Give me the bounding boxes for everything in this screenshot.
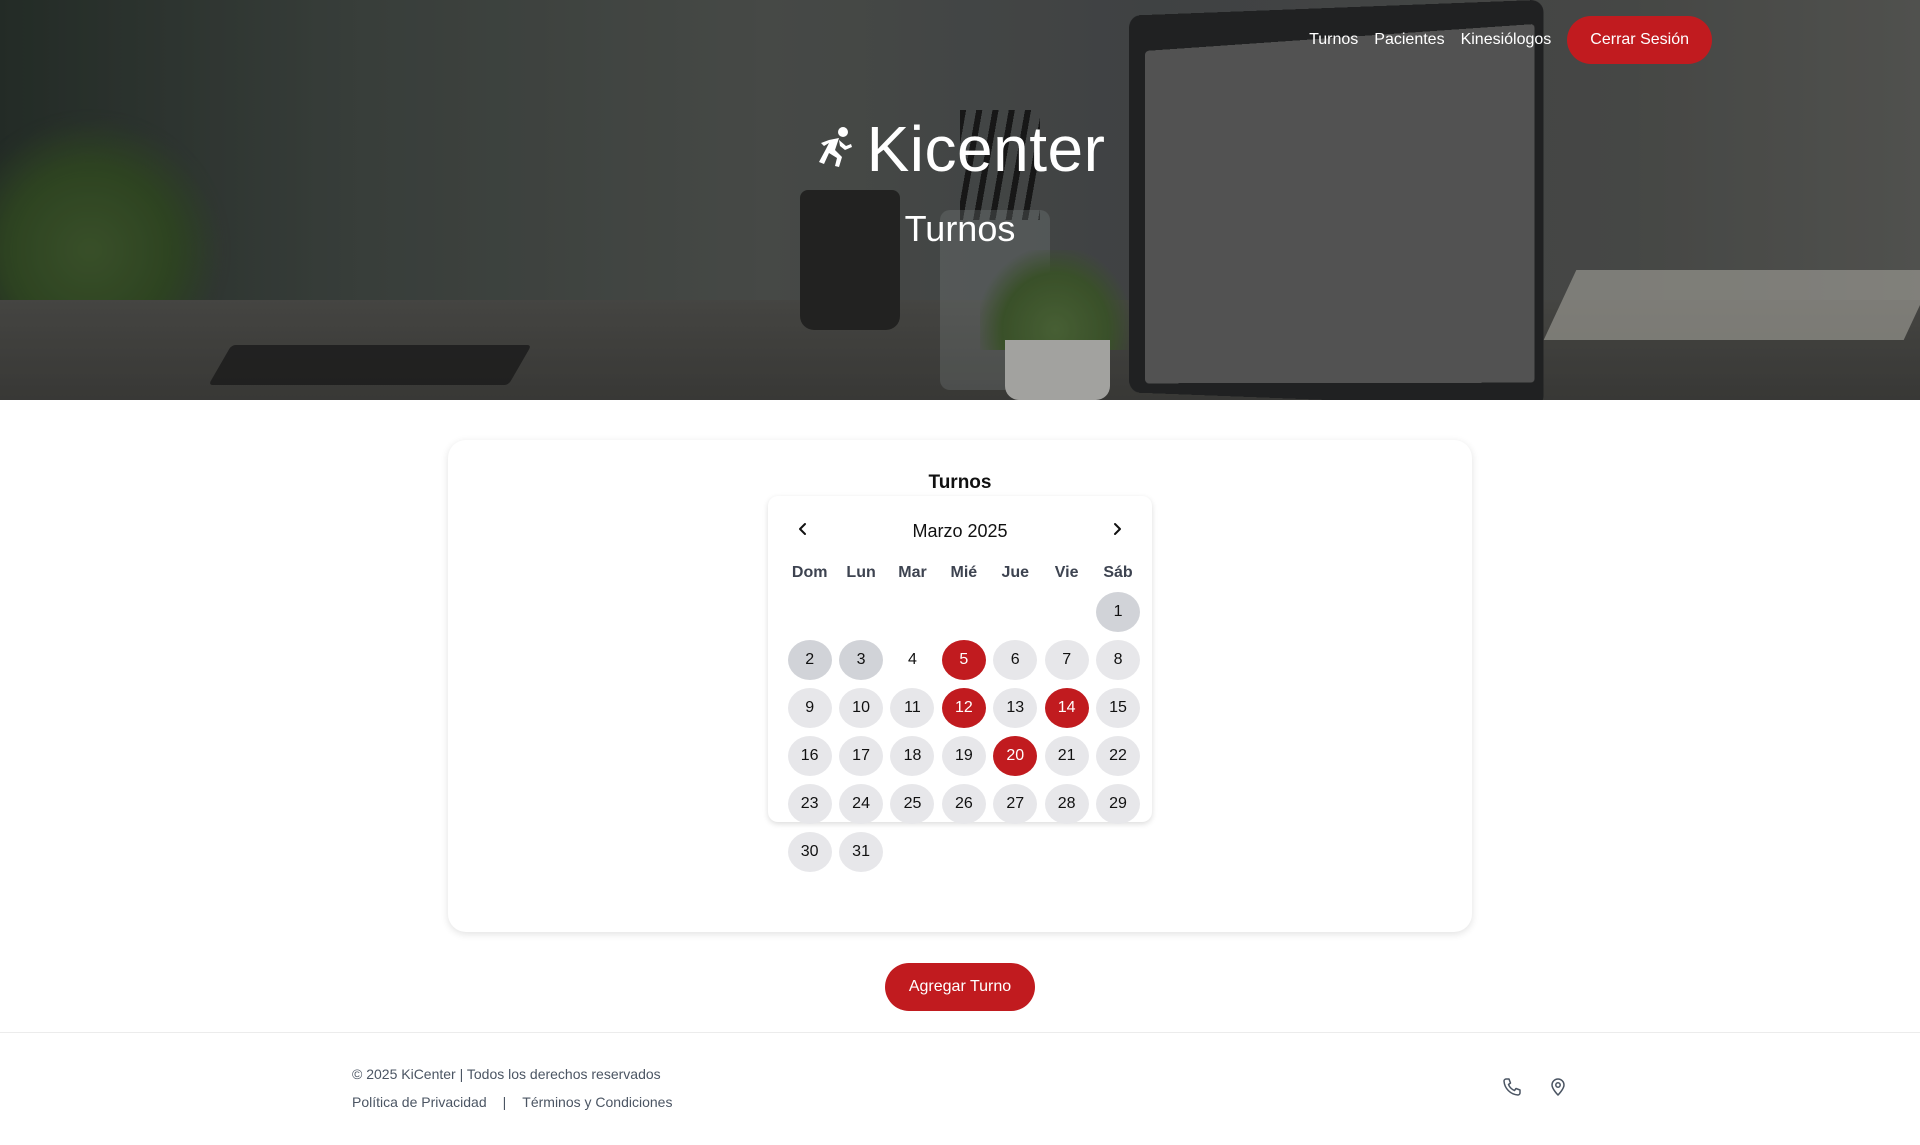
calendar-day[interactable]: 22 (1096, 736, 1141, 776)
weekday-label: Dom (791, 564, 828, 581)
calendar-day[interactable]: 15 (1096, 688, 1141, 728)
nav-link-pacientes[interactable]: Pacientes (1374, 31, 1444, 49)
logout-button[interactable]: Cerrar Sesión (1567, 16, 1712, 64)
month-label: Marzo 2025 (912, 521, 1008, 541)
brand-name: Kicenter (866, 113, 1106, 185)
calendar: Marzo 2025 Dom Lun Mar Mié Jue Vie Sáb 1… (768, 496, 1152, 872)
calendar-day[interactable]: 11 (890, 688, 935, 728)
weekday-label: Sáb (1103, 564, 1133, 581)
footer: © 2025 KiCenter | Todos los derechos res… (0, 1032, 1920, 1145)
nav-link-kinesiologos[interactable]: Kinesiólogos (1461, 31, 1552, 49)
calendar-empty-cell (1045, 592, 1089, 632)
calendar-empty-cell (993, 592, 1037, 632)
copyright-text: © 2025 KiCenter | Todos los derechos res… (352, 1066, 661, 1082)
calendar-day[interactable]: 17 (839, 736, 884, 776)
calendar-day[interactable]: 8 (1096, 640, 1141, 680)
calendar-day[interactable]: 6 (993, 640, 1038, 680)
calendar-day[interactable]: 1 (1096, 592, 1141, 632)
calendar-day[interactable]: 29 (1096, 784, 1141, 824)
calendar-day[interactable]: 24 (839, 784, 884, 824)
card-title: Turnos (928, 472, 992, 493)
days-grid: 1 2 3 4 5 6 7 8 9 10 11 12 13 14 15 16 17 18 19 20 21 22 23 24 2… (784, 592, 1144, 880)
calendar-day[interactable]: 27 (993, 784, 1038, 824)
weekday-label: Vie (1054, 564, 1079, 581)
calendar-day[interactable]: 30 (787, 832, 832, 872)
calendar-day[interactable]: 23 (787, 784, 832, 824)
next-month-button[interactable] (1102, 516, 1132, 546)
footer-links: Política de Privacidad | Términos y Cond… (352, 1094, 672, 1110)
calendar-empty-cell (890, 592, 934, 632)
top-nav: Turnos Pacientes Kinesiólogos Cerrar Ses… (1309, 16, 1712, 64)
weekday-header: Dom Lun Mar Mié Jue Vie Sáb (784, 564, 1144, 582)
terms-link[interactable]: Términos y Condiciones (522, 1094, 672, 1110)
calendar-day[interactable]: 3 (839, 640, 884, 680)
location-pin-icon[interactable] (1548, 1077, 1568, 1097)
weekday-label: Lun (846, 564, 876, 581)
privacy-link[interactable]: Política de Privacidad (352, 1094, 487, 1110)
calendar-day[interactable]: 16 (787, 736, 832, 776)
phone-icon[interactable] (1502, 1077, 1522, 1097)
hero-banner: Turnos Pacientes Kinesiólogos Cerrar Ses… (0, 0, 1920, 400)
footer-contact-icons (1502, 1077, 1568, 1097)
calendar-day-booked[interactable]: 14 (1044, 688, 1089, 728)
calendar-day[interactable]: 26 (941, 784, 986, 824)
calendar-day[interactable]: 18 (890, 736, 935, 776)
weekday-label: Mar (898, 564, 927, 581)
calendar-empty-cell (788, 592, 832, 632)
nav-link-turnos[interactable]: Turnos (1309, 31, 1358, 49)
weekday-label: Jue (1001, 564, 1030, 581)
calendar-empty-cell (839, 592, 883, 632)
calendar-day-booked[interactable]: 5 (941, 640, 986, 680)
calendar-header: Marzo 2025 (768, 516, 1152, 546)
appointments-card: Turnos Marzo 2025 Dom Lun Mar Mié Jue Vi… (448, 440, 1472, 932)
chevron-right-icon (1110, 522, 1124, 541)
running-person-icon (815, 126, 853, 173)
calendar-day[interactable]: 2 (787, 640, 832, 680)
add-appointment-button[interactable]: Agregar Turno (885, 963, 1035, 1011)
brand-logo: Kicenter (815, 112, 1106, 186)
calendar-day[interactable]: 31 (839, 832, 884, 872)
calendar-day[interactable]: 7 (1044, 640, 1089, 680)
calendar-day[interactable]: 4 (890, 640, 934, 680)
calendar-day-booked[interactable]: 20 (993, 736, 1038, 776)
calendar-day[interactable]: 13 (993, 688, 1038, 728)
calendar-day[interactable]: 25 (890, 784, 935, 824)
calendar-day[interactable]: 19 (941, 736, 986, 776)
calendar-day-booked[interactable]: 12 (941, 688, 986, 728)
calendar-day[interactable]: 28 (1044, 784, 1089, 824)
calendar-day[interactable]: 9 (787, 688, 832, 728)
calendar-day[interactable]: 10 (839, 688, 884, 728)
footer-separator: | (502, 1094, 507, 1110)
page-subtitle: Turnos (904, 208, 1016, 249)
calendar-empty-cell (942, 592, 986, 632)
weekday-label: Mié (950, 564, 978, 581)
calendar-day[interactable]: 21 (1044, 736, 1089, 776)
brand-header: Kicenter Turnos (0, 112, 1920, 250)
